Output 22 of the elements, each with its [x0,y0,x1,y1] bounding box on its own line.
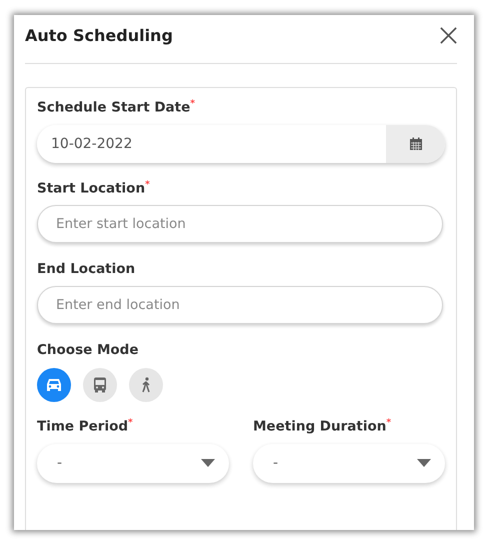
car-mode-button[interactable] [37,368,71,402]
dropdown-field[interactable]: - [253,444,445,482]
bus-icon [93,377,107,393]
close-icon[interactable] [439,26,458,44]
field-label: Choose Mode [37,342,138,358]
caret-icon [417,459,431,467]
car-icon [46,378,62,392]
walk-mode-button[interactable] [129,368,163,402]
end-location-field[interactable]: Enter end location [37,286,443,324]
field-label: Schedule Start Date$^{*}$ [37,99,195,116]
calendar-icon [408,136,422,150]
dropdown-field[interactable]: - [37,444,229,482]
field-label: End Location [37,261,136,277]
walking-person-icon [140,377,152,393]
field-label: Time Period$^{*}$ [37,418,133,434]
field-label: Start Location$^{*}$ [37,180,150,196]
dialog-title: Auto Scheduling [25,26,173,44]
caret-icon [201,459,215,467]
calendar-button[interactable] [386,124,445,162]
start-location-field[interactable]: Enter start location [37,205,443,243]
bus-mode-button[interactable] [83,368,117,402]
field-label: Meeting Duration$^{*}$ [253,418,392,434]
